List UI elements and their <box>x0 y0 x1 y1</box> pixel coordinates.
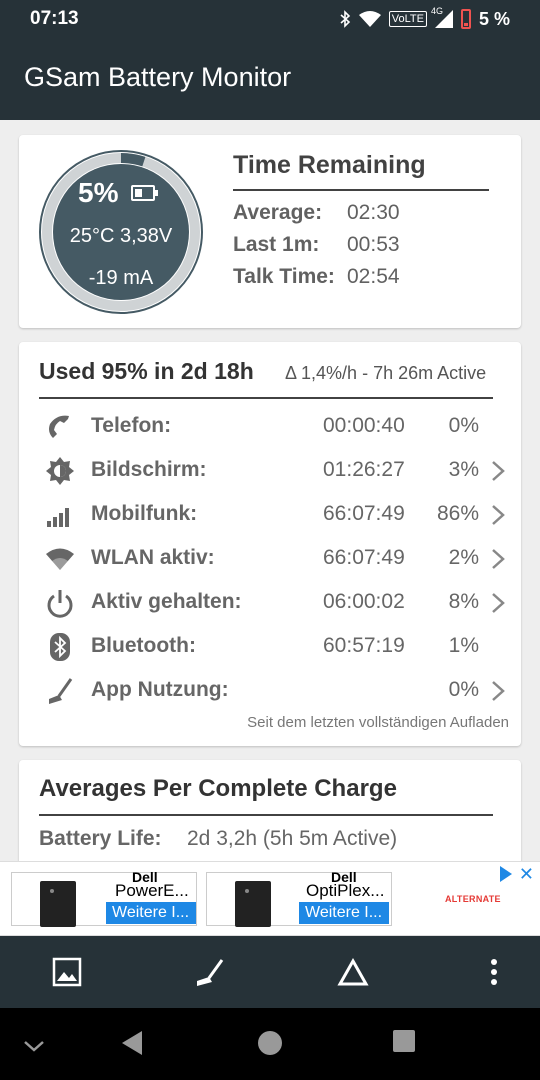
chevron-right-icon[interactable] <box>489 547 507 571</box>
wifi-icon <box>46 548 74 570</box>
recents-icon[interactable] <box>393 1030 415 1052</box>
usage-row-telefon[interactable]: Telefon: 00:00:40 0% <box>19 405 521 449</box>
talk-time-value: 02:54 <box>347 265 400 288</box>
average-value: 02:30 <box>347 201 400 224</box>
close-ad-icon[interactable]: ✕ <box>519 864 534 885</box>
bluetooth-status-icon <box>340 10 350 28</box>
power-icon <box>47 590 73 618</box>
more-vert-icon[interactable] <box>478 956 510 988</box>
bluetooth-icon <box>50 633 70 661</box>
chevron-right-icon[interactable] <box>489 459 507 483</box>
divider <box>233 189 489 191</box>
chevron-right-icon[interactable] <box>489 591 507 615</box>
battery-icon <box>131 185 158 201</box>
battery-status-card[interactable]: 5% 25°C 3,38V -19 mA Time Remaining Aver… <box>19 135 521 328</box>
usage-row-aktiv-gehalten[interactable]: Aktiv gehalten: 06:00:02 8% <box>19 581 521 625</box>
status-icons: VoLTE 4G 5 % <box>339 6 510 32</box>
usage-percent: 0% <box>448 414 479 437</box>
delta-icon[interactable] <box>337 956 369 988</box>
ad-product-name: PowerE... <box>115 881 189 900</box>
ad-item-1[interactable]: Dell PowerE... Weitere I... <box>11 869 197 927</box>
talk-time-label: Talk Time: <box>233 265 335 288</box>
status-time: 07:13 <box>30 8 79 29</box>
status-battery-percent: 5 % <box>478 8 510 29</box>
home-icon[interactable] <box>257 1030 283 1056</box>
gauge-current: -19 mA <box>88 267 154 289</box>
bottom-toolbar <box>0 936 540 1008</box>
chevron-down-icon[interactable] <box>22 1038 46 1054</box>
battery-life-label: Battery Life: <box>39 827 162 850</box>
ad-advertiser: ALTERNATE <box>445 894 501 904</box>
usage-label: Aktiv gehalten: <box>91 590 242 613</box>
usage-duration: 00:00:40 <box>323 414 405 437</box>
usage-duration: 66:07:49 <box>323 502 405 525</box>
usage-duration: 66:07:49 <box>323 546 405 569</box>
usage-footnote: Seit dem letzten vollständigen Aufladen <box>247 714 509 731</box>
time-remaining-title: Time Remaining <box>233 151 426 179</box>
gauge-temp-voltage: 25°C 3,38V <box>69 225 173 247</box>
used-rate: Δ 1,4%/h - 7h 26m Active <box>285 363 487 383</box>
ad-more-button[interactable]: Weitere I... <box>299 902 389 924</box>
cell-signal-icon: 4G <box>431 6 453 28</box>
back-icon[interactable] <box>120 1030 144 1056</box>
ad-more-button[interactable]: Weitere I... <box>106 902 196 924</box>
usage-label: Telefon: <box>91 414 172 437</box>
usage-row-app-nutzung[interactable]: App Nutzung: 0% <box>19 669 521 713</box>
usage-duration: 60:57:19 <box>323 634 405 657</box>
chevron-right-icon[interactable] <box>489 503 507 527</box>
usage-percent: 2% <box>448 546 479 569</box>
usage-row-bildschirm[interactable]: Bildschirm: 01:26:27 3% <box>19 449 521 493</box>
usage-row-bluetooth[interactable]: Bluetooth: 60:57:19 1% <box>19 625 521 669</box>
system-nav-bar <box>0 1008 540 1080</box>
usage-label: Bluetooth: <box>91 634 196 657</box>
last1m-label: Last 1m: <box>233 233 320 256</box>
usage-label: Bildschirm: <box>91 458 207 481</box>
app-title: GSam Battery Monitor <box>24 62 292 92</box>
volte-badge: VoLTE <box>388 11 427 27</box>
usage-label: WLAN aktiv: <box>91 546 215 569</box>
usage-duration: 06:00:02 <box>323 590 405 613</box>
divider <box>39 814 493 816</box>
adchoices-icon[interactable] <box>500 866 512 882</box>
signal-bars-icon <box>47 508 69 527</box>
image-icon[interactable] <box>51 956 83 988</box>
broom-icon <box>49 678 73 704</box>
gauge-percent: 5% <box>78 177 119 208</box>
divider <box>39 397 493 399</box>
usage-duration: 01:26:27 <box>323 458 405 481</box>
usage-row-wlan[interactable]: WLAN aktiv: 66:07:49 2% <box>19 537 521 581</box>
last1m-value: 00:53 <box>347 233 400 256</box>
usage-percent: 0% <box>448 678 479 701</box>
ad-product-image <box>40 881 76 927</box>
app-bar: GSam Battery Monitor <box>0 38 540 120</box>
average-label: Average: <box>233 201 323 224</box>
battery-low-icon <box>460 9 471 29</box>
usage-row-mobilfunk[interactable]: Mobilfunk: 66:07:49 86% <box>19 493 521 537</box>
usage-card: Used 95% in 2d 18h Δ 1,4%/h - 7h 26m Act… <box>19 342 521 746</box>
averages-title: Averages Per Complete Charge <box>39 775 397 802</box>
broom-icon[interactable] <box>194 956 226 988</box>
brightness-icon <box>46 457 74 485</box>
status-bar: 07:13 VoLTE 4G 5 % <box>0 0 540 38</box>
usage-percent: 86% <box>436 502 479 525</box>
battery-gauge[interactable]: 5% 25°C 3,38V -19 mA <box>38 149 204 315</box>
usage-percent: 1% <box>448 634 479 657</box>
used-title: Used 95% in 2d 18h <box>39 358 254 384</box>
battery-life-value: 2d 3,2h (5h 5m Active) <box>187 827 398 850</box>
usage-label: Mobilfunk: <box>91 502 198 525</box>
ad-banner[interactable]: Dell PowerE... Weitere I... Dell OptiPle… <box>0 861 540 936</box>
chevron-right-icon[interactable] <box>489 679 507 703</box>
usage-percent: 3% <box>448 458 479 481</box>
usage-label: App Nutzung: <box>91 678 229 701</box>
ad-product-name: OptiPlex... <box>306 881 385 900</box>
usage-percent: 8% <box>448 590 479 613</box>
ad-product-image <box>235 881 271 927</box>
wifi-status-icon <box>358 11 381 27</box>
phone-icon <box>49 415 69 438</box>
ad-item-2[interactable]: Dell OptiPlex... Weitere I... <box>206 869 392 927</box>
